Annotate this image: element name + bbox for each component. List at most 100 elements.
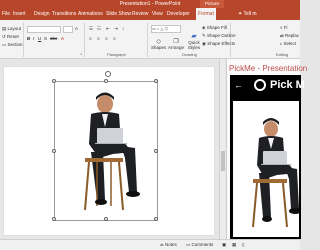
- rotate-handle[interactable]: [105, 71, 111, 77]
- picture-selection[interactable]: [52, 79, 159, 222]
- tab-file[interactable]: File: [0, 8, 12, 20]
- select-button[interactable]: ▹ Select: [280, 41, 296, 47]
- layout-icon: ▤: [2, 26, 7, 31]
- picture-tools-label: Picture Tools: [200, 0, 224, 14]
- comments-label: Comments: [191, 242, 214, 247]
- underline-button[interactable]: U: [38, 36, 41, 41]
- paragraph-group-label: Paragraph: [107, 52, 126, 57]
- section-icon: ▭: [2, 42, 7, 47]
- select-label: Select: [283, 41, 297, 46]
- align-right-icon[interactable]: ≡: [105, 36, 108, 41]
- font-group: A B I U S abc A ⌟: [25, 22, 85, 57]
- editing-group-label: Editing: [276, 52, 289, 57]
- ribbon: ▤ Layout ↺ Reset ▭ Section A B I U S abc…: [0, 20, 300, 59]
- back-arrow-icon[interactable]: ←: [234, 80, 243, 90]
- ribbon-tabs: File Insert Design Transitions Animation…: [0, 8, 300, 20]
- scrollbar-thumb[interactable]: [221, 151, 225, 171]
- shapes-button[interactable]: ◇ Shapes: [151, 38, 166, 50]
- replace-icon: ⇄: [280, 33, 284, 38]
- italic-button[interactable]: I: [33, 36, 34, 41]
- slide-sorter-icon[interactable]: ▦: [232, 242, 236, 248]
- reading-view-icon[interactable]: ▯: [242, 242, 244, 248]
- find-label: Fi: [283, 25, 288, 30]
- resize-handle-n[interactable]: [104, 79, 108, 83]
- shapes-gallery[interactable]: ▭ ○ △ ⬠: [151, 25, 181, 33]
- tab-slide-show[interactable]: Slide Show: [106, 8, 131, 20]
- slide-canvas[interactable]: [4, 67, 214, 235]
- tab-animations[interactable]: Animations: [78, 8, 103, 20]
- numbering-icon[interactable]: ☷: [97, 26, 101, 32]
- tab-insert[interactable]: Insert: [13, 8, 26, 20]
- tell-me-label: Tell m: [243, 11, 257, 17]
- resize-handle-e[interactable]: [154, 149, 158, 153]
- shape-effects-button[interactable]: ◉ Shape Effects: [202, 41, 235, 47]
- tab-view[interactable]: View: [152, 8, 163, 20]
- tab-review[interactable]: Review: [132, 8, 148, 20]
- resize-handle-sw[interactable]: [52, 217, 56, 221]
- arrange-button[interactable]: ❐ Arrange: [168, 38, 184, 50]
- addin-app-bar: ← Pick M: [230, 75, 305, 97]
- title-bar: Presentation1 - PowerPoint Picture Tools: [0, 0, 300, 14]
- replace-button[interactable]: ⇄ Replac: [280, 33, 299, 39]
- outdent-icon[interactable]: ⇥: [114, 26, 118, 32]
- addin-task-pane: PickMe - Presentation ← Pick M: [226, 59, 307, 239]
- editing-group: ⌕ Fi ⇄ Replac ▹ Select Editing: [232, 22, 300, 57]
- font-color-button[interactable]: A: [61, 36, 64, 41]
- comments-button[interactable]: ▭ Comments: [186, 242, 213, 248]
- select-icon: ▹: [280, 41, 283, 46]
- status-bar: ≐ Notes ▭ Comments ▣ ▦ ▯: [0, 239, 300, 250]
- arrange-icon: ❐: [173, 39, 179, 45]
- font-size-box[interactable]: [63, 26, 73, 33]
- align-left-icon[interactable]: ≡: [89, 36, 92, 41]
- shadow-button[interactable]: S: [44, 36, 47, 41]
- reset-label: Reset: [7, 34, 19, 39]
- layout-button[interactable]: ▤ Layout: [2, 26, 21, 32]
- businessman-picture[interactable]: [55, 82, 159, 222]
- addin-phone-preview: ← Pick M: [230, 75, 305, 239]
- align-center-icon[interactable]: ≡: [97, 36, 100, 41]
- vertical-scrollbar[interactable]: [219, 59, 225, 239]
- reset-button[interactable]: ↺ Reset: [2, 34, 19, 40]
- justify-icon[interactable]: ≡: [113, 36, 116, 41]
- strikethrough-button[interactable]: abc: [50, 36, 57, 41]
- paint-bucket-icon: ◈: [202, 25, 206, 30]
- replace-label: Replac: [285, 33, 300, 38]
- section-label: Section: [7, 42, 23, 47]
- pickme-logo-icon: [254, 79, 266, 91]
- addin-pane-title: PickMe - Presentation: [229, 64, 308, 73]
- resize-handle-nw[interactable]: [52, 79, 56, 83]
- drawing-group-label: Drawing: [182, 52, 197, 57]
- indent-icon[interactable]: ⇤: [106, 26, 110, 32]
- shape-effects-label: Shape Effects: [207, 41, 236, 46]
- arrange-label: Arrange: [168, 45, 185, 50]
- font-dialog-launcher-icon[interactable]: ⌟: [80, 50, 82, 56]
- resize-handle-se[interactable]: [154, 217, 158, 221]
- section-button[interactable]: ▭ Section: [2, 42, 23, 48]
- resize-handle-w[interactable]: [52, 149, 56, 153]
- resize-handle-s[interactable]: [104, 217, 108, 221]
- slide-editor: [0, 59, 225, 239]
- line-spacing-icon[interactable]: ↕: [122, 26, 124, 31]
- shape-outline-button[interactable]: ✎ Shape Outline: [202, 33, 236, 39]
- tell-me-search[interactable]: ✦ Tell m: [238, 8, 257, 20]
- quick-styles-icon: ▰: [191, 33, 197, 40]
- bullets-icon[interactable]: ☰: [89, 26, 93, 32]
- quick-styles-button[interactable]: ▰ Quick Styles: [187, 32, 201, 50]
- resize-handle-ne[interactable]: [154, 79, 158, 83]
- tab-design[interactable]: Design: [34, 8, 50, 20]
- businessman-thumbnail[interactable]: [233, 101, 299, 237]
- tab-transitions[interactable]: Transitions: [52, 8, 76, 20]
- shape-fill-button[interactable]: ◈ Shape Fill: [202, 25, 227, 31]
- bold-button[interactable]: B: [27, 36, 30, 41]
- find-button[interactable]: ⌕ Fi: [280, 25, 288, 30]
- tab-format[interactable]: Format: [196, 8, 216, 20]
- addin-content-area: [233, 101, 299, 237]
- normal-view-icon[interactable]: ▣: [222, 242, 226, 248]
- notes-button[interactable]: ≐ Notes: [160, 242, 177, 248]
- paragraph-group: ☰ ☷ ⇤ ⇥ ↕ ≡ ≡ ≡ ≡ Paragraph: [86, 22, 148, 57]
- font-name-box[interactable]: [27, 26, 61, 33]
- tab-developer[interactable]: Developer: [167, 8, 190, 20]
- reset-icon: ↺: [2, 34, 6, 39]
- grow-font-icon[interactable]: A: [75, 26, 78, 31]
- search-icon: ⌕: [280, 25, 283, 30]
